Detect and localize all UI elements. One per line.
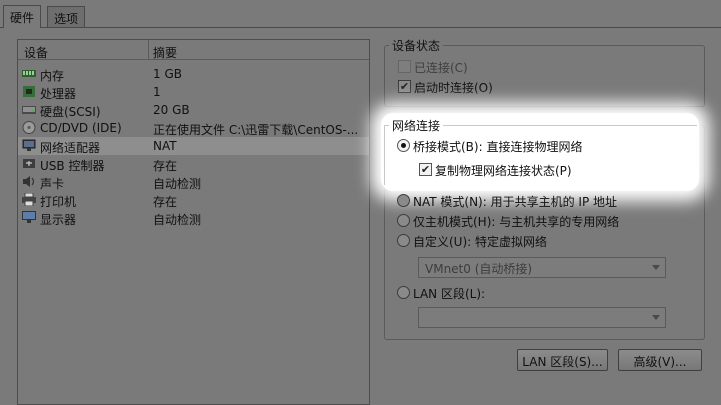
device-summary: 20 GB <box>153 103 190 117</box>
device-summary: 存在 <box>153 195 178 209</box>
device-list[interactable]: 设备 摘要 内存 1 GB 处理器 1 硬盘(SCSI) 20 GB CD/DV… <box>17 39 370 405</box>
device-row-sound[interactable]: 声卡 自动检测 <box>18 173 369 191</box>
tab-divider <box>0 27 721 28</box>
replicate-state-checkbox[interactable]: ✔ <box>419 163 432 176</box>
device-summary: 自动检测 <box>153 213 202 227</box>
tab-options[interactable]: 选项 <box>47 6 86 27</box>
device-name: 显示器 <box>40 213 77 227</box>
lan-segment-radio[interactable] <box>397 286 410 299</box>
device-status-group <box>384 45 705 107</box>
device-row-hard-disk[interactable]: 硬盘(SCSI) 20 GB <box>18 101 369 119</box>
connected-label: 已连接(C) <box>414 61 468 75</box>
device-status-title: 设备状态 <box>389 37 444 54</box>
cpu-icon <box>23 86 35 97</box>
device-summary: 正在使用文件 C:\迅雷下载\CentOS-... <box>153 123 359 137</box>
printer-icon <box>22 193 36 206</box>
network-icon <box>22 139 36 151</box>
usb-icon <box>23 159 35 168</box>
lan-segment-label: LAN 区段(L): <box>413 287 486 301</box>
host-only-radio[interactable] <box>397 214 410 227</box>
nat-label: NAT 模式(N): 用于共享主机的 IP 地址 <box>413 195 618 209</box>
device-name: 处理器 <box>40 87 77 101</box>
column-header-summary[interactable]: 摘要 <box>153 44 177 61</box>
cd-icon <box>22 121 36 134</box>
device-name: 网络适配器 <box>40 141 101 155</box>
device-name: CD/DVD (IDE) <box>40 121 122 135</box>
lan-segment-select[interactable] <box>418 307 666 328</box>
bridged-label: 桥接模式(B): 直接连接物理网络 <box>413 140 583 154</box>
connect-at-power-on-label: 启动时连接(O) <box>414 81 493 95</box>
column-separator[interactable] <box>148 40 149 60</box>
connected-checkbox[interactable] <box>398 60 411 73</box>
device-row-cd-dvd[interactable]: CD/DVD (IDE) 正在使用文件 C:\迅雷下载\CentOS-... <box>18 119 369 137</box>
device-summary: 1 <box>153 85 161 99</box>
device-row-memory[interactable]: 内存 1 GB <box>18 65 369 83</box>
chevron-down-icon <box>652 265 660 270</box>
device-row-printer[interactable]: 打印机 存在 <box>18 191 369 209</box>
nat-radio[interactable] <box>397 194 410 207</box>
network-connection-title: 网络连接 <box>389 117 444 134</box>
speaker-icon <box>23 176 35 187</box>
connect-at-power-on-checkbox[interactable]: ✔ <box>398 80 411 93</box>
device-name: 声卡 <box>40 177 65 191</box>
device-summary: NAT <box>153 139 177 153</box>
custom-label: 自定义(U): 特定虚拟网络 <box>413 235 548 249</box>
device-name: 打印机 <box>40 195 77 209</box>
device-summary: 自动检测 <box>153 177 202 191</box>
chevron-down-icon <box>652 315 660 320</box>
tab-hardware[interactable]: 硬件 <box>3 5 42 28</box>
memory-icon <box>22 70 36 77</box>
advanced-button[interactable]: 高级(V)... <box>618 349 702 371</box>
custom-network-select[interactable]: VMnet0 (自动桥接) <box>418 257 666 278</box>
device-list-header: 设备 摘要 <box>18 40 369 60</box>
column-header-device[interactable]: 设备 <box>24 44 48 61</box>
monitor-icon <box>22 211 36 223</box>
custom-radio[interactable] <box>397 234 410 247</box>
lan-segments-button[interactable]: LAN 区段(S)... <box>517 349 608 371</box>
host-only-label: 仅主机模式(H): 与主机共享的专用网络 <box>413 215 620 229</box>
device-summary: 存在 <box>153 159 178 173</box>
device-row-processor[interactable]: 处理器 1 <box>18 83 369 101</box>
device-row-network-adapter[interactable]: 网络适配器 NAT <box>18 137 369 155</box>
disk-icon <box>22 106 36 114</box>
device-name: 硬盘(SCSI) <box>40 105 101 119</box>
device-row-usb[interactable]: USB 控制器 存在 <box>18 155 369 173</box>
device-name: 内存 <box>40 69 65 83</box>
device-summary: 1 GB <box>153 67 182 81</box>
replicate-state-label: 复制物理网络连接状态(P) <box>435 164 572 178</box>
custom-network-value: VMnet0 (自动桥接) <box>425 262 533 276</box>
device-name: USB 控制器 <box>40 159 105 173</box>
device-row-display[interactable]: 显示器 自动检测 <box>18 209 369 227</box>
bridged-radio[interactable] <box>397 139 410 152</box>
